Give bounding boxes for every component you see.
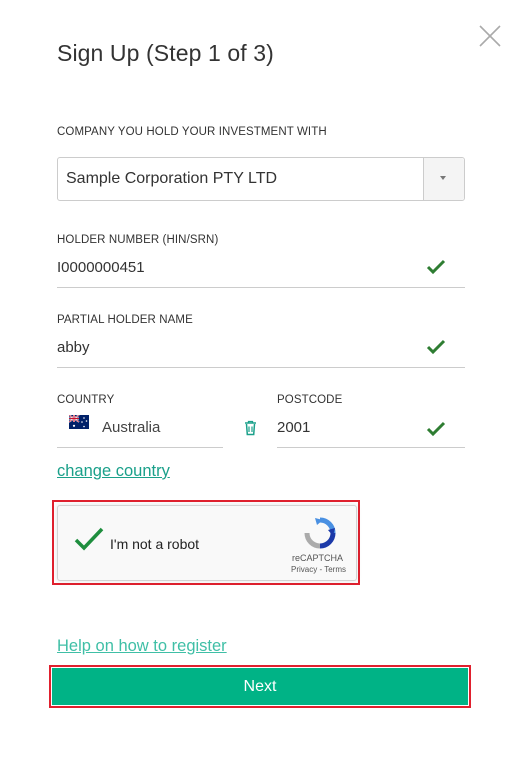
company-select[interactable]: Sample Corporation PTY LTD — [57, 157, 465, 201]
australia-flag-icon — [69, 415, 89, 429]
recaptcha-logo-icon — [304, 517, 336, 549]
recaptcha-privacy-link[interactable]: Privacy — [291, 565, 317, 574]
postcode-value: 2001 — [277, 419, 311, 436]
postcode-label: POSTCODE — [277, 394, 343, 406]
close-icon[interactable] — [478, 24, 502, 48]
partial-holder-name-field[interactable]: abby — [57, 337, 465, 368]
change-country-link[interactable]: change country — [57, 462, 170, 481]
partial-holder-name-value: abby — [57, 339, 90, 356]
holder-number-label: HOLDER NUMBER (HIN/SRN) — [57, 234, 219, 246]
trash-icon[interactable] — [244, 420, 257, 436]
country-value: Australia — [102, 419, 161, 436]
recaptcha-terms: Privacy - Terms — [291, 565, 346, 574]
partial-holder-name-label: PARTIAL HOLDER NAME — [57, 314, 193, 326]
recaptcha-terms-link[interactable]: Terms — [324, 565, 346, 574]
recaptcha-brand: reCAPTCHA — [292, 553, 344, 563]
help-register-link[interactable]: Help on how to register — [57, 637, 227, 656]
chevron-down-icon — [440, 176, 446, 180]
country-field[interactable]: Australia — [57, 412, 223, 448]
recaptcha-label: I'm not a robot — [110, 536, 200, 552]
next-button[interactable]: Next — [52, 668, 468, 705]
checkmark-icon — [426, 259, 446, 275]
country-label: COUNTRY — [57, 394, 115, 406]
holder-number-value: I0000000451 — [57, 259, 145, 276]
company-label: COMPANY YOU HOLD YOUR INVESTMENT WITH — [57, 126, 327, 138]
recaptcha-widget[interactable]: I'm not a robot reCAPTCHA Privacy - Term… — [57, 505, 357, 581]
page-title: Sign Up (Step 1 of 3) — [57, 40, 274, 66]
company-select-value: Sample Corporation PTY LTD — [66, 170, 278, 187]
company-dropdown-button[interactable] — [423, 158, 464, 200]
checkmark-icon — [426, 421, 446, 437]
checkmark-icon — [426, 339, 446, 355]
holder-number-field[interactable]: I0000000451 — [57, 257, 465, 288]
postcode-field[interactable]: 2001 — [277, 417, 465, 448]
checkmark-icon[interactable] — [74, 526, 104, 552]
